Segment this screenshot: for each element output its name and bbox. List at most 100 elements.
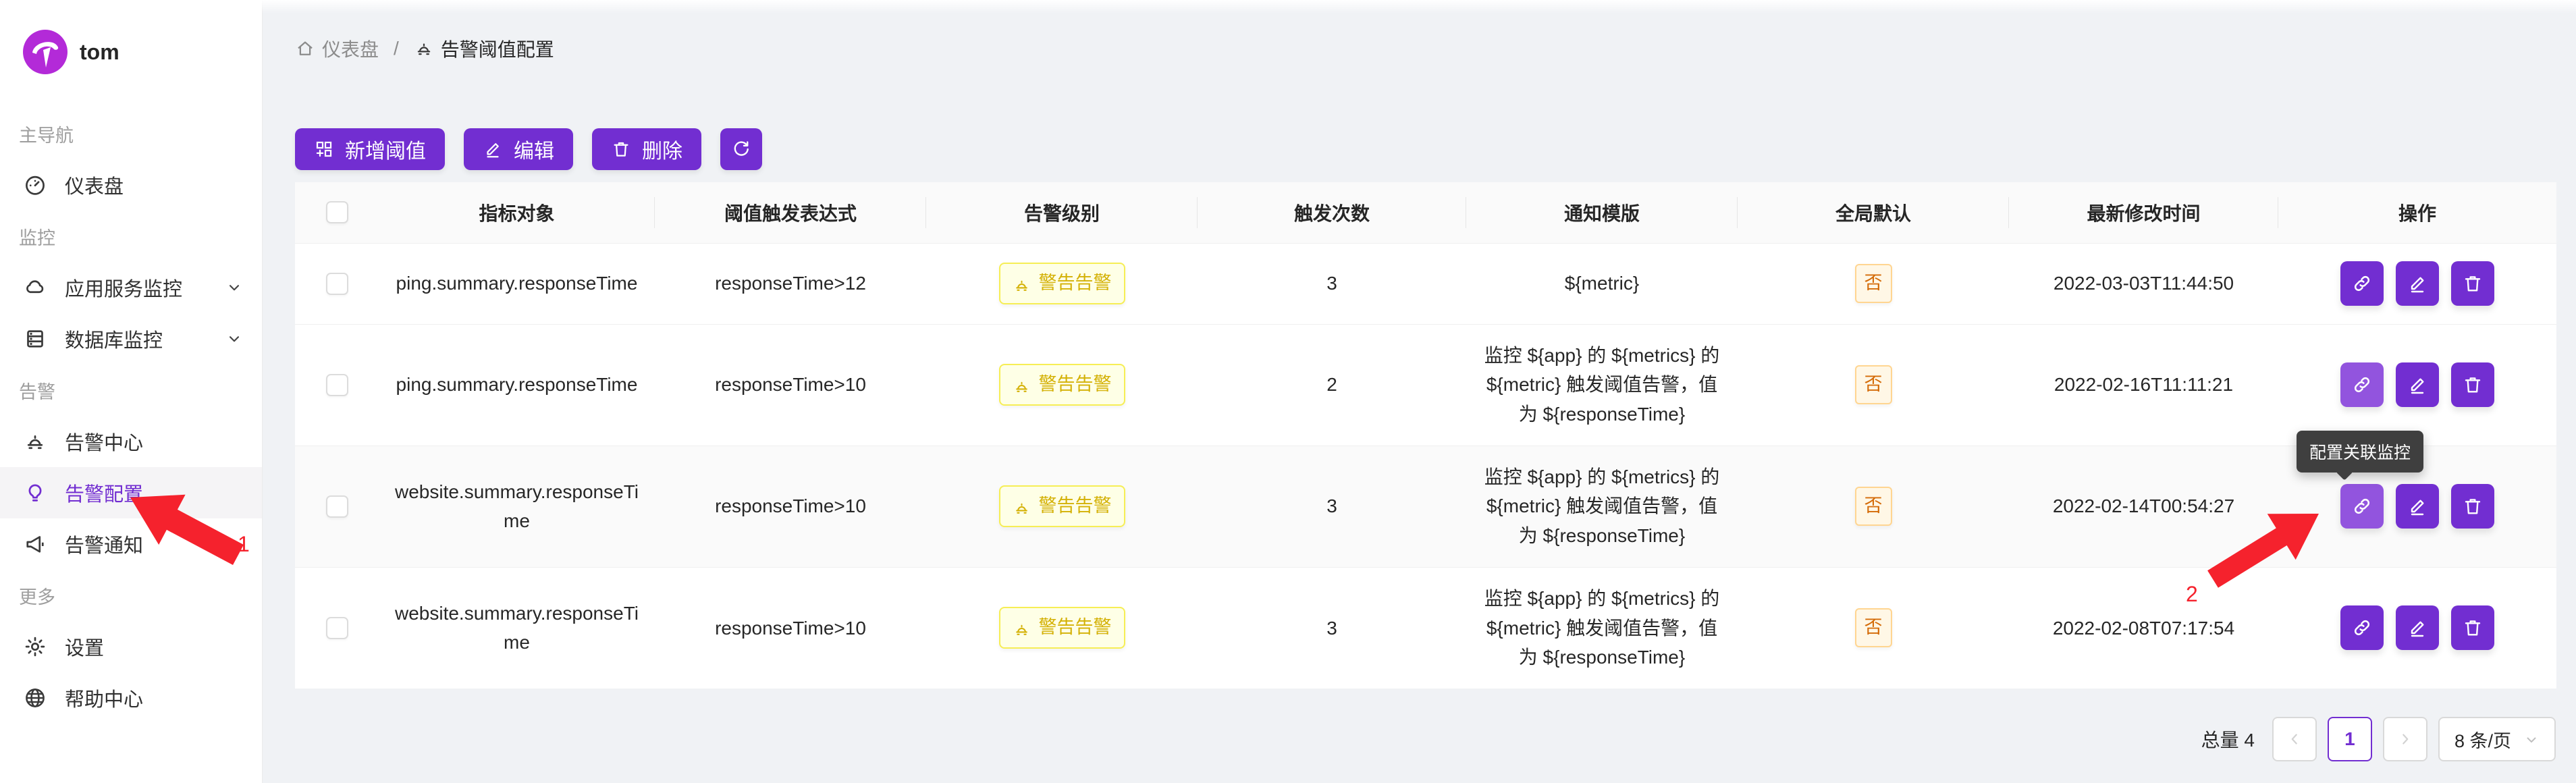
breadcrumb-dashboard[interactable]: 仪表盘 (295, 35, 379, 62)
modified-value: 2022-02-08T07:17:54 (2009, 567, 2278, 688)
pagination-prev-button[interactable] (2272, 717, 2317, 761)
chevron-down-icon (225, 279, 243, 296)
edit-row-button[interactable] (2396, 261, 2439, 306)
link-monitor-button[interactable] (2340, 362, 2384, 407)
level-badge: 警告告警 (999, 607, 1125, 649)
home-icon (295, 38, 315, 59)
refresh-button[interactable] (720, 128, 762, 170)
toolbar: 新增阈值 编辑 删除 (295, 128, 2576, 170)
delete-row-button[interactable] (2451, 484, 2494, 529)
edit-row-button[interactable] (2396, 362, 2439, 407)
bell-icon (1013, 619, 1031, 637)
nav-section-alert: 告警 (0, 364, 262, 416)
row-checkbox[interactable] (326, 273, 348, 295)
header-metric: 指标对象 (379, 182, 655, 243)
sidebar-item-label: 告警配置 (65, 479, 243, 507)
logo-row: tom (23, 30, 262, 74)
alarm-icon (414, 38, 434, 59)
link-monitor-button[interactable] (2340, 605, 2384, 650)
sidebar-item-settings[interactable]: 设置 (0, 621, 262, 672)
row-checkbox[interactable] (326, 374, 348, 396)
nav-section-monitor: 监控 (0, 211, 262, 262)
header-actions: 操作 (2278, 182, 2556, 243)
select-all-checkbox[interactable] (326, 201, 348, 223)
template-value: ${metric} (1466, 243, 1738, 324)
link-monitor-button[interactable] (2340, 484, 2384, 529)
level-badge: 警告告警 (999, 263, 1125, 304)
header-global-default: 全局默认 (1738, 182, 2009, 243)
globe-icon (23, 686, 47, 710)
table-row: ping.summary.responseTime responseTime>1… (295, 324, 2556, 446)
threshold-table-card: 指标对象 阈值触发表达式 告警级别 触发次数 通知模版 全局默认 最新修改时间 … (295, 182, 2556, 688)
gear-icon (23, 634, 47, 659)
delete-row-button[interactable] (2451, 261, 2494, 306)
row-actions (2292, 362, 2543, 407)
pagination-page-1[interactable]: 1 (2328, 717, 2372, 761)
nav-section-more: 更多 (0, 570, 262, 621)
sidebar-item-app-service-monitor[interactable]: 应用服务监控 (0, 262, 262, 313)
refresh-icon (731, 139, 751, 159)
level-label: 警告告警 (1039, 371, 1112, 399)
modified-value: 2022-03-03T11:44:50 (2009, 243, 2278, 324)
page-size-select[interactable]: 8 条/页 (2438, 717, 2556, 761)
row-actions (2292, 261, 2543, 306)
header-modified: 最新修改时间 (2009, 182, 2278, 243)
dashboard-icon (23, 173, 47, 197)
app-logo-icon (23, 30, 68, 74)
sidebar-item-label: 数据库监控 (65, 325, 225, 353)
database-icon (23, 327, 47, 351)
breadcrumb-current: 告警阈值配置 (414, 35, 554, 62)
bell-icon (1013, 497, 1031, 516)
chevron-down-icon (225, 330, 243, 348)
link-icon (2351, 273, 2373, 294)
pagination-next-button[interactable] (2383, 717, 2427, 761)
template-value: 监控 ${app} 的 ${metrics} 的 ${metric} 触发阈值告… (1466, 324, 1738, 446)
level-label: 警告告警 (1039, 492, 1112, 520)
expression-value: responseTime>10 (655, 567, 926, 688)
level-badge: 警告告警 (999, 485, 1125, 527)
sidebar-item-alert-notice[interactable]: 告警通知 (0, 518, 262, 570)
header-template: 通知模版 (1466, 182, 1738, 243)
cloud-icon (23, 275, 47, 300)
edit-icon (2407, 273, 2428, 294)
row-checkbox[interactable] (326, 617, 348, 639)
sidebar-item-database-monitor[interactable]: 数据库监控 (0, 313, 262, 364)
row-checkbox[interactable] (326, 495, 348, 518)
delete-label: 删除 (642, 134, 682, 164)
new-threshold-button[interactable]: 新增阈值 (295, 128, 445, 170)
level-badge: 警告告警 (999, 364, 1125, 406)
table-row: website.summary.responseTime responseTim… (295, 567, 2556, 688)
global-default-badge: 否 (1855, 487, 1892, 526)
delete-button[interactable]: 删除 (592, 128, 701, 170)
sidebar-item-help-center[interactable]: 帮助中心 (0, 672, 262, 724)
edit-label: 编辑 (514, 134, 554, 164)
edit-row-button[interactable] (2396, 484, 2439, 529)
header-level: 告警级别 (926, 182, 1198, 243)
sidebar-item-alert-center[interactable]: 告警中心 (0, 416, 262, 467)
link-icon (2351, 617, 2373, 639)
expression-value: responseTime>10 (655, 446, 926, 567)
main-content: 仪表盘 / 告警阈值配置 新增阈值 编辑 删除 (263, 0, 2576, 783)
chevron-left-icon (2286, 730, 2303, 748)
trash-icon (611, 139, 631, 159)
sidebar: tom 主导航 仪表盘 监控 应用服务监控 数据库监控 告警 告警中心 告警配置 (0, 0, 263, 783)
sidebar-item-label: 仪表盘 (65, 171, 243, 199)
global-default-badge: 否 (1855, 264, 1892, 303)
link-icon (2351, 374, 2373, 396)
link-monitor-button[interactable] (2340, 261, 2384, 306)
delete-row-button[interactable] (2451, 605, 2494, 650)
breadcrumb: 仪表盘 / 告警阈值配置 (295, 35, 2576, 62)
table-row: ping.summary.responseTime responseTime>1… (295, 243, 2556, 324)
edit-button[interactable]: 编辑 (464, 128, 573, 170)
edit-icon (2407, 617, 2428, 639)
user-name: tom (80, 40, 119, 65)
edit-row-button[interactable] (2396, 605, 2439, 650)
sidebar-item-dashboard[interactable]: 仪表盘 (0, 159, 262, 211)
delete-row-button[interactable] (2451, 362, 2494, 407)
annotation-number-2: 2 (2186, 582, 2198, 607)
header-times: 触发次数 (1198, 182, 1466, 243)
sidebar-item-alert-config[interactable]: 告警配置 (0, 467, 262, 518)
expression-value: responseTime>12 (655, 243, 926, 324)
chevron-down-icon (2523, 731, 2540, 747)
trash-icon (2462, 273, 2484, 294)
